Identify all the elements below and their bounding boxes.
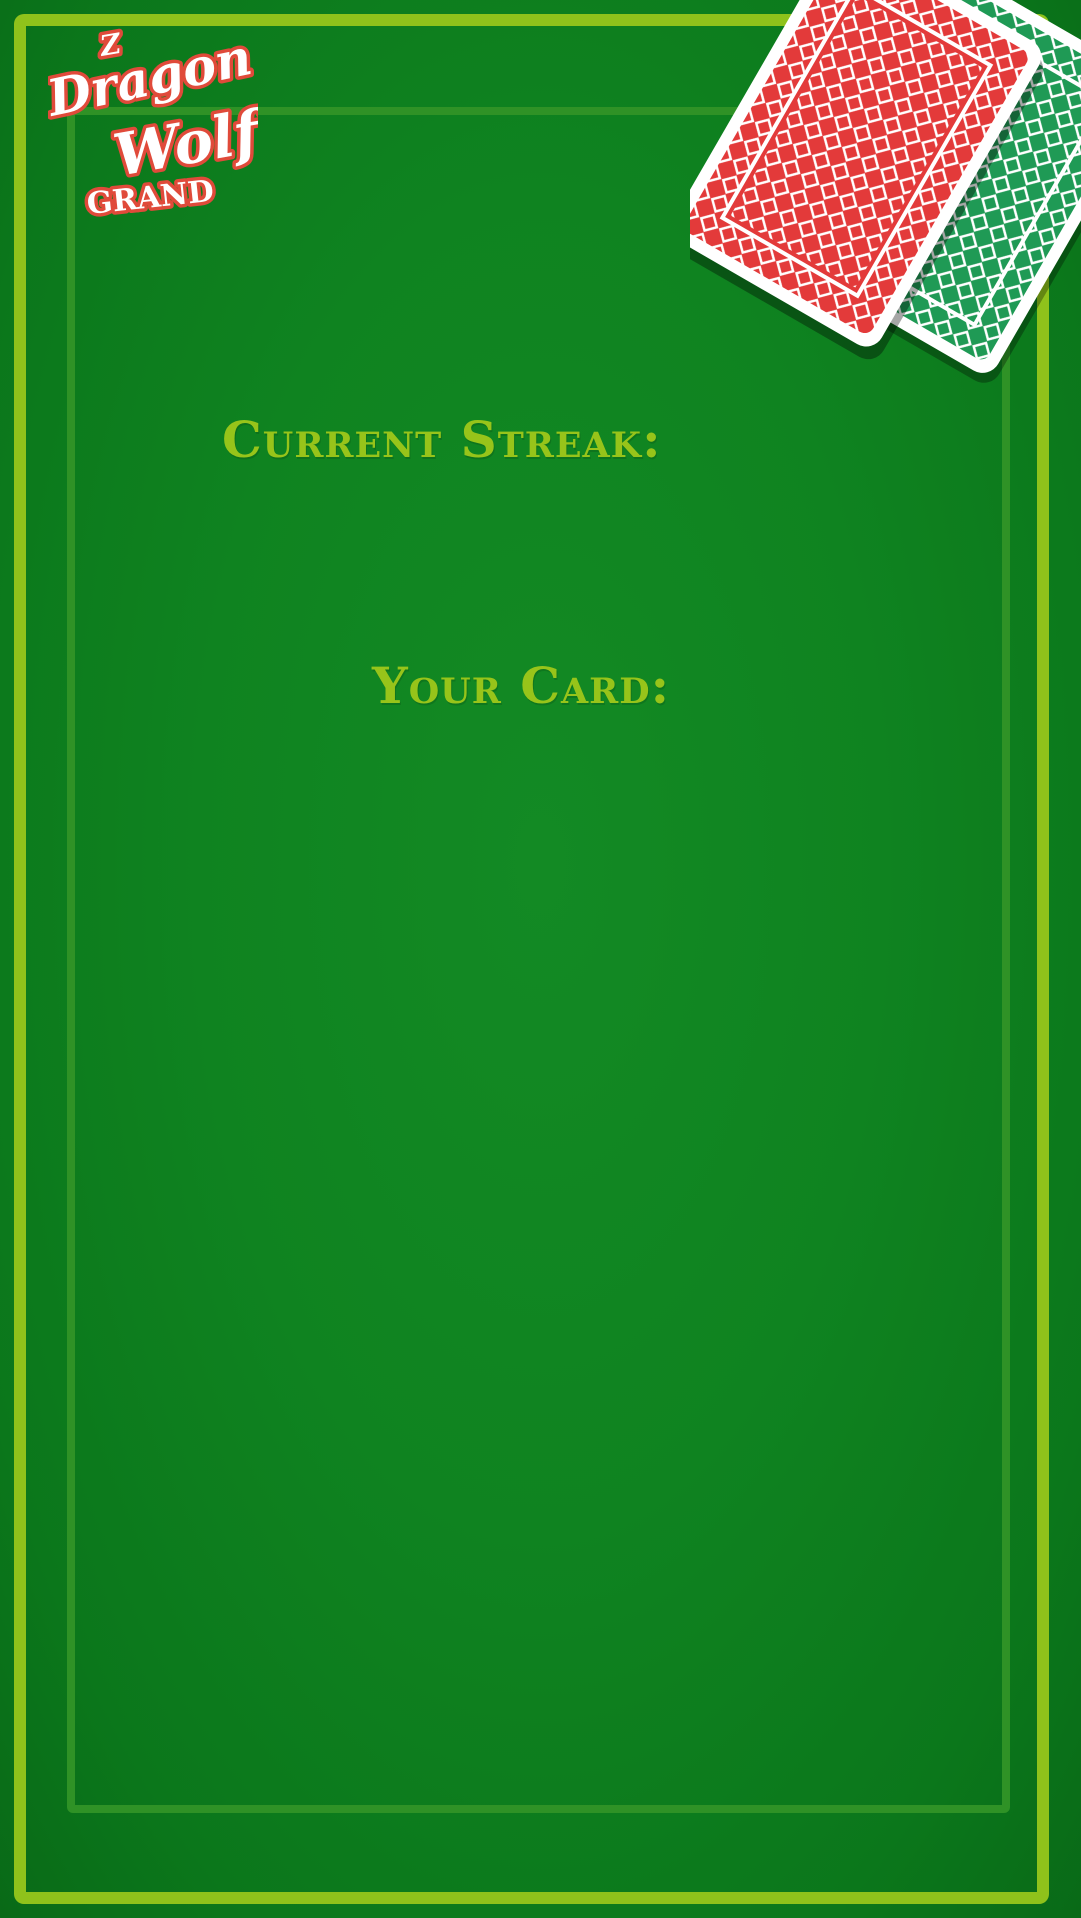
game-table: Z Dragon Wolf GRAND Current Streak: Your… xyxy=(0,0,1081,1918)
current-streak-label: Current Streak: xyxy=(222,410,662,469)
your-card-label: Your Card: xyxy=(372,656,671,715)
svg-text:GRAND: GRAND xyxy=(85,174,215,218)
game-logo: Z Dragon Wolf GRAND xyxy=(48,23,258,218)
card-deck-icon[interactable] xyxy=(690,0,1081,400)
